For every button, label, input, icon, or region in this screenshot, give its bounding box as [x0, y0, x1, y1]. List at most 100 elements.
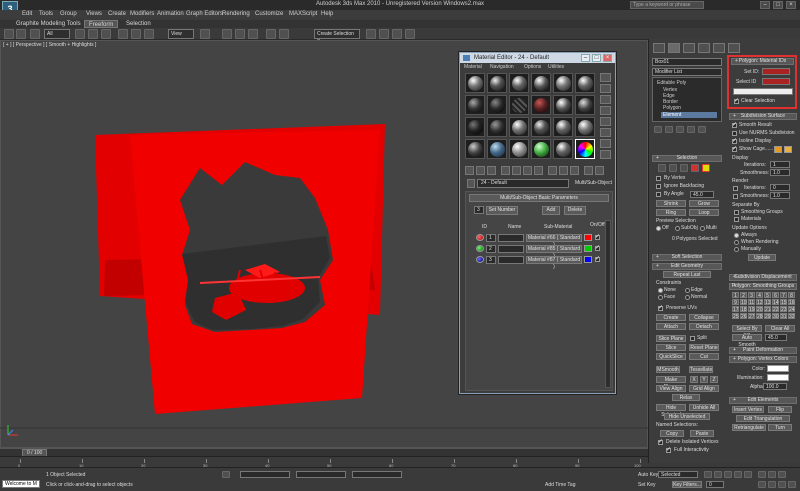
maximize-viewport-icon[interactable]: [788, 481, 796, 488]
named-selection-dropdown[interactable]: Create Selection Se: [314, 29, 360, 45]
show-end-result-icon[interactable]: [665, 126, 673, 133]
align-icon[interactable]: [279, 29, 289, 39]
preserve-uvs-checkbox[interactable]: [658, 304, 663, 311]
close-icon[interactable]: ×: [786, 1, 796, 9]
maxscript-listener[interactable]: Welcome to M: [2, 480, 40, 488]
set-number-button[interactable]: Set Number: [486, 206, 518, 215]
sg-button[interactable]: 7: [780, 292, 787, 299]
sample-slot[interactable]: [531, 139, 551, 159]
pick-material-icon[interactable]: [467, 179, 475, 188]
auto-smooth-field[interactable]: 45.0: [765, 334, 787, 341]
col-sub-material[interactable]: Sub-Material: [544, 224, 572, 230]
row-submaterial-button[interactable]: Material #85 ( Standard ): [526, 245, 582, 259]
sample-slot[interactable]: [465, 117, 485, 137]
use-nurms-checkbox[interactable]: [732, 131, 737, 136]
tab-selection[interactable]: Selection: [122, 20, 155, 28]
quickslice-button[interactable]: QuickSlice: [656, 353, 686, 360]
by-vertex-checkbox[interactable]: [656, 176, 661, 181]
soft-selection-rollout-header[interactable]: Soft Selection: [652, 254, 722, 261]
reset-plane-button[interactable]: Reset Plane: [689, 344, 719, 351]
unhide-all-button[interactable]: Unhide All: [689, 404, 719, 411]
link-icon[interactable]: [30, 29, 40, 39]
sample-slot[interactable]: [553, 139, 573, 159]
get-material-icon[interactable]: [465, 166, 474, 175]
update-always-radio[interactable]: [734, 233, 739, 238]
sg-button[interactable]: 10: [740, 299, 747, 306]
sg-button[interactable]: 11: [748, 299, 755, 306]
menu-customize[interactable]: Customize: [255, 11, 283, 17]
sg-button[interactable]: 2: [740, 292, 747, 299]
insert-vertex-button[interactable]: Insert Vertex: [732, 406, 764, 413]
preview-multi-radio[interactable]: [700, 226, 705, 231]
y-coordinate-field[interactable]: [296, 471, 346, 478]
assign-material-icon[interactable]: [487, 166, 496, 175]
current-frame-field[interactable]: 0: [706, 481, 724, 488]
row-submaterial-button[interactable]: Material #87 ( Standard ): [526, 256, 582, 270]
sample-slot-active[interactable]: [575, 139, 595, 159]
sample-slot[interactable]: [465, 95, 485, 115]
alpha-field[interactable]: 100.0: [763, 383, 787, 390]
element-mode-icon[interactable]: [702, 164, 710, 172]
row-id-field[interactable]: 2: [486, 245, 496, 253]
view-align-button[interactable]: View Align: [656, 385, 686, 392]
tessellate-button[interactable]: Tessellate: [689, 366, 713, 373]
row-sample-icon[interactable]: [476, 234, 484, 241]
x-coordinate-field[interactable]: [240, 471, 290, 478]
split-checkbox[interactable]: [690, 336, 695, 341]
sample-slot[interactable]: [553, 73, 573, 93]
select-by-name-icon[interactable]: [88, 29, 98, 39]
constraint-none-radio[interactable]: [658, 288, 663, 293]
sample-slot[interactable]: [487, 73, 507, 93]
edit-triangulation-button[interactable]: Edit Triangulation: [736, 415, 790, 422]
clear-all-button[interactable]: Clear All: [765, 325, 795, 332]
update-manually-radio[interactable]: [734, 247, 739, 252]
update-button[interactable]: Update: [748, 254, 776, 261]
field-of-view-icon[interactable]: [758, 481, 766, 488]
selection-filter-dropdown[interactable]: All: [44, 29, 70, 39]
constraint-edge-radio[interactable]: [685, 288, 690, 293]
render-setup-icon[interactable]: [392, 29, 402, 39]
polygon-mode-icon[interactable]: [691, 164, 699, 172]
show-cage-checkbox[interactable]: [732, 145, 737, 152]
scale-icon[interactable]: [144, 29, 154, 39]
sample-slot[interactable]: [553, 117, 573, 137]
lock-selection-icon[interactable]: [222, 471, 230, 478]
sample-slot[interactable]: [531, 117, 551, 137]
material-name-field[interactable]: 24 - Default: [477, 179, 569, 188]
sg-button[interactable]: 24: [788, 306, 795, 313]
sample-slot[interactable]: [575, 95, 595, 115]
sg-button[interactable]: 31: [780, 313, 787, 320]
hierarchy-tab-icon[interactable]: [683, 43, 695, 53]
sample-type-icon[interactable]: [600, 73, 611, 82]
reset-map-icon[interactable]: [501, 166, 510, 175]
clear-selection-checkbox[interactable]: [734, 97, 739, 104]
sg-button[interactable]: 22: [772, 306, 779, 313]
menu-maxscript[interactable]: MAXScript: [289, 11, 317, 17]
material-id-channel-icon[interactable]: [548, 166, 557, 175]
curve-editor-icon[interactable]: [366, 29, 376, 39]
row-on-checkbox[interactable]: [595, 244, 600, 251]
material-name-dropdown[interactable]: [733, 88, 793, 95]
object-name-field[interactable]: Box01: [652, 58, 722, 66]
smooth-result-checkbox[interactable]: [732, 121, 737, 128]
paste-button[interactable]: Paste: [690, 430, 714, 437]
mirror-icon[interactable]: [266, 29, 276, 39]
copy-button[interactable]: Copy: [660, 430, 684, 437]
hide-selected-button[interactable]: Hide Selected: [656, 404, 686, 418]
full-interactivity-checkbox[interactable]: [666, 446, 671, 453]
show-end-result-icon[interactable]: [570, 166, 579, 175]
sample-slot[interactable]: [509, 117, 529, 137]
previous-frame-icon[interactable]: [714, 471, 722, 478]
make-copy-icon[interactable]: [512, 166, 521, 175]
sample-slot[interactable]: [531, 73, 551, 93]
smoothing-groups-rollout-header[interactable]: Polygon: Smoothing Groups: [729, 283, 797, 290]
turn-button[interactable]: Turn: [768, 424, 792, 431]
sample-slot[interactable]: [575, 73, 595, 93]
retriangulate-button[interactable]: Retriangulate: [732, 424, 766, 431]
set-key-button[interactable]: Set Key: [638, 482, 656, 488]
row-id-field[interactable]: 1: [486, 234, 496, 242]
configure-modifier-sets-icon[interactable]: [698, 126, 706, 133]
sg-button[interactable]: 18: [740, 306, 747, 313]
hide-unselected-button[interactable]: Hide Unselected: [664, 413, 710, 420]
rotate-icon[interactable]: [131, 29, 141, 39]
